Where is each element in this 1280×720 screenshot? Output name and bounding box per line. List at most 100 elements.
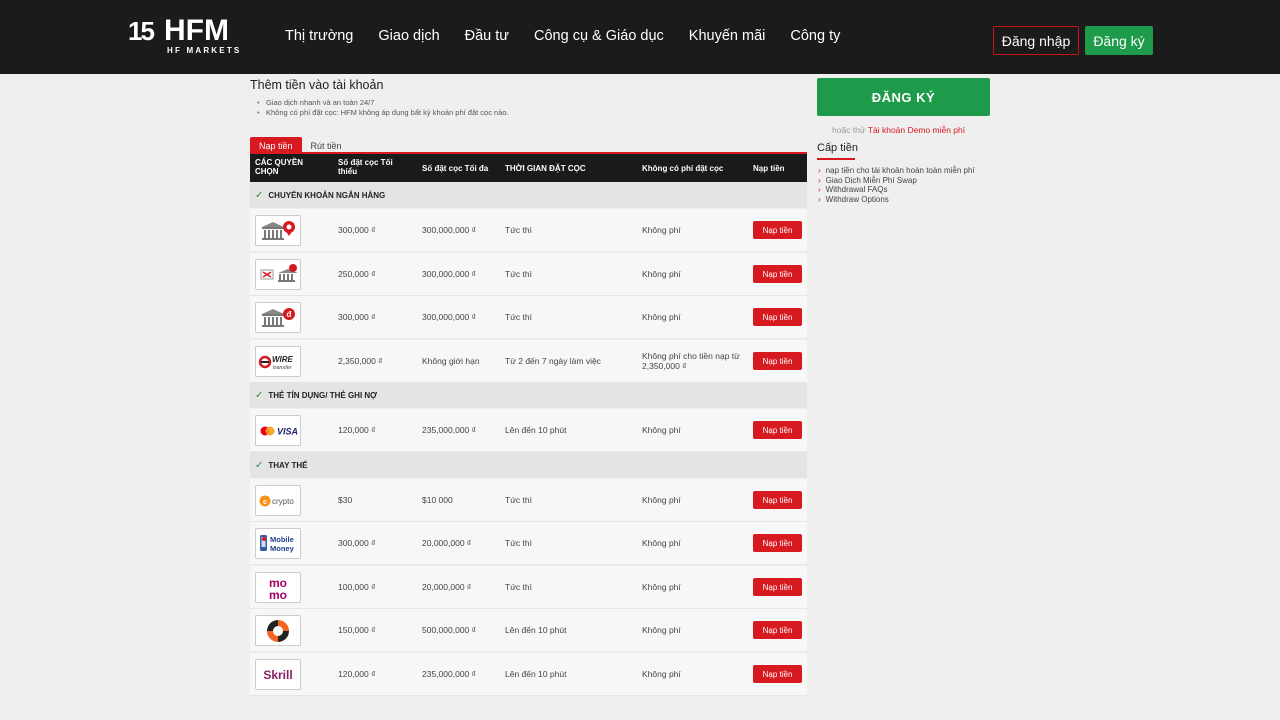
min-deposit: 300,000 ₫ [338,312,376,322]
deposit-fee: Không phí [642,312,681,322]
max-deposit: 235,000,000 ₫ [422,669,476,679]
signup-button[interactable]: Đăng ký [1085,26,1153,55]
chevron-right-icon: › [818,194,821,204]
bank-dong-icon: đ [255,302,301,333]
check-icon: ✓ [255,389,264,401]
funding-title-underline [817,158,855,160]
chevron-right-icon: › [818,175,821,185]
mastercard-visa-icon: VISA [255,415,301,446]
max-deposit: 500,000,000 ₫ [422,625,476,635]
deposit-time: Tức thì [505,495,532,505]
visa-logo-text: VISA [277,426,298,436]
min-deposit: 300,000 ₫ [338,538,376,548]
funding-link-item[interactable]: › Giao Dịch Miễn Phí Swap [818,176,975,186]
nav-item-trading[interactable]: Giao dịch [378,28,439,44]
funding-link-label: nạp tiền cho tài khoản hoàn toàn miễn ph… [825,166,975,175]
deposit-button[interactable]: Nạp tiền [753,421,802,439]
deposit-fee: Không phí [642,625,681,635]
bank-pin-icon [255,215,301,246]
deposit-fee: Không phí cho tiền nạp từ 2,350,000 ₫ [642,351,740,371]
logo-anniversary-number: 15 [128,16,155,46]
page-title: Thêm tiền vào tài khoản [250,78,384,92]
login-button[interactable]: Đăng nhập [993,26,1079,55]
table-row: 300,000 ₫ 300,000,000 ₫ Tức thì Không ph… [250,209,807,252]
skrill-logo-text: Skrill [263,668,292,682]
deposit-time: Lên đến 10 phút [505,625,567,635]
min-deposit: $30 [338,495,353,505]
deposit-button[interactable]: Nạp tiền [753,221,802,239]
min-deposit: 300,000 ₫ [338,225,376,235]
bank-transfer-icon [255,259,301,290]
deposit-time: Tức thì [505,538,532,548]
section-label: THAY THẾ [268,460,308,470]
feature-bullets: Giao dịch nhanh và an toàn 24/7 Không có… [257,98,509,118]
sidebar-signup-button[interactable]: ĐĂNG KÝ [817,78,990,116]
deposit-button[interactable]: Nạp tiền [753,534,802,552]
mobile-money-logo-subtext: Money [270,544,295,553]
max-deposit: Không giới hạn [422,356,480,366]
deposit-button[interactable]: Nạp tiền [753,621,802,639]
wire-logo-text: WIRE [272,355,294,364]
section-alternative: ✓ THAY THẾ [250,452,807,478]
swirl-payment-icon [255,615,301,646]
section-label: CHUYỂN KHOẢN NGÂN HÀNG [268,190,386,200]
nav-item-markets[interactable]: Thị trường [285,28,353,44]
section-bank-transfer: ✓ CHUYỂN KHOẢN NGÂN HÀNG [250,182,807,208]
hfm-logo[interactable]: 15 HFM HF MARKETS [128,14,248,58]
funding-link-item[interactable]: › Withdraw Options [818,195,975,205]
deposit-fee: Không phí [642,269,681,279]
min-deposit: 250,000 ₫ [338,269,376,279]
deposit-button[interactable]: Nạp tiền [753,265,802,283]
nav-item-tools-education[interactable]: Công cụ & Giáo dục [534,28,664,44]
max-deposit: 20,000,000 ₫ [422,582,472,592]
deposit-fee: Không phí [642,538,681,548]
min-deposit: 100,000 ₫ [338,582,376,592]
deposit-time: Tức thì [505,225,532,235]
col-header-options: CÁC QUYỀN CHỌN [255,158,304,176]
section-label: THẺ TÍN DỤNG/ THẺ GHI NỢ [268,390,377,400]
table-row: c crypto $30 $10 000 Tức thì Không phí N… [250,479,807,522]
check-icon: ✓ [255,459,264,471]
crypto-logo-text: crypto [272,497,294,506]
deposit-time: Tức thì [505,582,532,592]
nav-item-company[interactable]: Công ty [790,28,840,44]
funding-title: Cấp tiền [817,142,858,154]
wire-logo-subtext: transfer [273,365,293,371]
crypto-icon: c crypto [255,485,301,516]
nav-item-promotions[interactable]: Khuyến mãi [689,28,766,44]
funding-link-label: Withdraw Options [825,194,889,204]
deposit-button[interactable]: Nạp tiền [753,308,802,326]
mobile-money-logo-text: Mobile [270,535,294,544]
col-header-deposit-time: THỜI GIAN ĐẶT CỌC [505,164,586,173]
deposit-button[interactable]: Nạp tiền [753,491,802,509]
deposit-time: Từ 2 đến 7 ngày làm việc [505,356,601,366]
deposit-fee: Không phí [642,669,681,679]
deposit-button[interactable]: Nạp tiền [753,352,802,370]
deposit-time: Tức thì [505,269,532,279]
table-row: VISA 120,000 ₫ 235,000,000 ₫ Lên đến 10 … [250,409,807,452]
deposit-button[interactable]: Nạp tiền [753,578,802,596]
deposit-fee: Không phí [642,425,681,435]
table-row: Mobile Money 300,000 ₫ 20,000,000 ₫ Tức … [250,522,807,565]
funding-link-item[interactable]: › nạp tiền cho tài khoản hoàn toàn miễn p… [818,166,975,176]
deposit-fee: Không phí [642,582,681,592]
funding-link-item[interactable]: › Withdrawal FAQs [818,185,975,195]
table-row: đ 300,000 ₫ 300,000,000 ₫ Tức thì Không … [250,296,807,339]
skrill-icon: Skrill [255,659,301,690]
demo-account-link[interactable]: Tài khoản Demo miễn phí [868,125,965,135]
bullet-item: Không có phí đặt cọc: HFM không áp dụng … [257,108,509,118]
max-deposit: 20,000,000 ₫ [422,538,472,548]
deposit-button[interactable]: Nạp tiền [753,665,802,683]
funding-link-label: Giao Dịch Miễn Phí Swap [825,175,917,185]
col-header-action: Nạp tiền [753,164,785,173]
bullet-item: Giao dịch nhanh và an toàn 24/7 [257,98,509,108]
demo-prefix: hoặc thử [832,125,866,135]
col-header-min-deposit: Số đặt cọc Tối thiểu [338,158,393,176]
top-navbar: 15 HFM HF MARKETS Thị trường Giao dịch Đ… [0,0,1280,74]
wire-transfer-icon: WIRE transfer [255,346,301,377]
mobile-money-icon: Mobile Money [255,528,301,559]
max-deposit: 300,000,000 ₫ [422,269,476,279]
nav-item-invest[interactable]: Đầu tư [465,28,509,44]
table-row: Skrill 120,000 ₫ 235,000,000 ₫ Lên đến 1… [250,653,807,696]
demo-account-line: hoặc thử Tài khoản Demo miễn phí [832,125,965,135]
